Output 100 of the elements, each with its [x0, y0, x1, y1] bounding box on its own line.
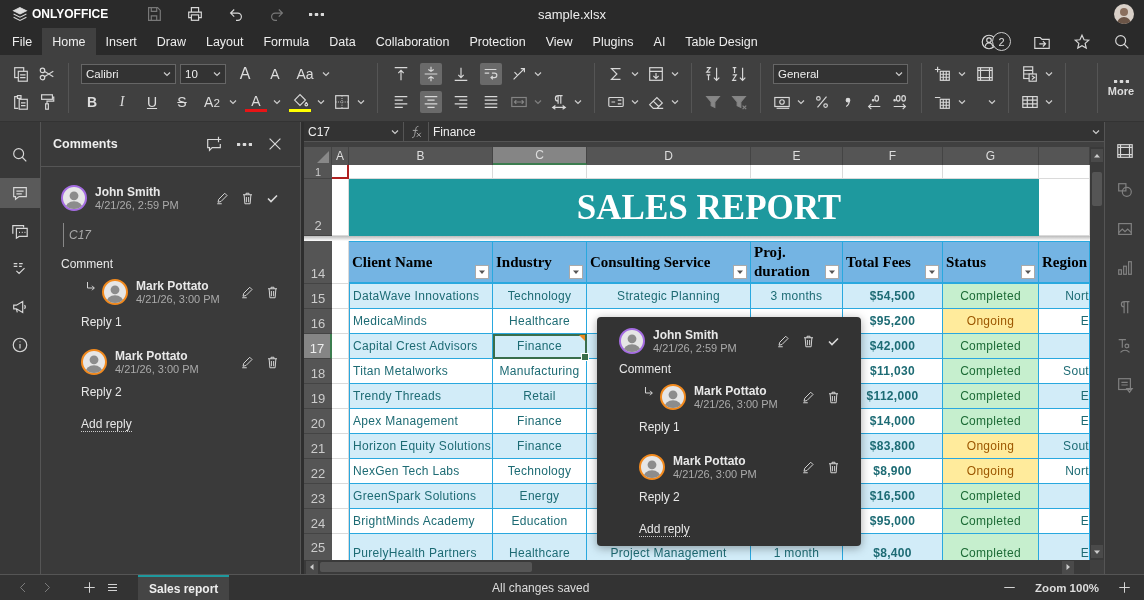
- print-icon[interactable]: [186, 5, 205, 23]
- caret-icon[interactable]: [1045, 70, 1053, 78]
- caret-icon[interactable]: [988, 98, 996, 106]
- menu-tab[interactable]: Data: [319, 28, 366, 55]
- menu-tab[interactable]: File: [2, 28, 43, 55]
- sidebar-item[interactable]: [0, 178, 40, 208]
- caret-icon[interactable]: [958, 98, 966, 106]
- caret-icon[interactable]: [1045, 98, 1053, 106]
- row-header[interactable]: 21: [304, 434, 332, 459]
- caret-icon[interactable]: [273, 98, 281, 106]
- caret-icon[interactable]: [317, 98, 325, 106]
- add-reply-link[interactable]: Add reply: [81, 417, 132, 432]
- caret-icon[interactable]: [322, 70, 330, 78]
- align-middle-button[interactable]: [420, 63, 442, 85]
- insert-cells-icon[interactable]: [934, 65, 952, 83]
- delete-icon[interactable]: [265, 284, 280, 300]
- table-cell[interactable]: Energy: [493, 484, 587, 509]
- fill-handle[interactable]: [581, 353, 589, 361]
- scroll-right-button[interactable]: [1062, 560, 1074, 574]
- edit-icon[interactable]: [801, 389, 816, 405]
- chart-icon[interactable]: [1115, 259, 1134, 277]
- menu-tab[interactable]: Collaboration: [365, 28, 460, 55]
- add-reply-link[interactable]: Add reply: [639, 522, 690, 537]
- edit-icon[interactable]: [215, 190, 230, 206]
- row-header[interactable]: 14: [304, 241, 332, 284]
- row-header[interactable]: 19: [304, 384, 332, 409]
- change-case-button[interactable]: Aa: [294, 63, 316, 85]
- filter-button[interactable]: [1021, 265, 1035, 279]
- scrollbar-thumb[interactable]: [320, 562, 532, 572]
- filter-icon[interactable]: [704, 93, 722, 111]
- menu-tab[interactable]: Table Design: [675, 28, 768, 55]
- filter-button[interactable]: [925, 265, 939, 279]
- menu-tab[interactable]: AI: [643, 28, 676, 55]
- bold-button[interactable]: B: [81, 91, 103, 113]
- row-header[interactable]: 20: [304, 409, 332, 434]
- user-avatar[interactable]: [1114, 4, 1134, 24]
- row-header[interactable]: 24: [304, 509, 332, 534]
- borders-icon[interactable]: [333, 93, 351, 111]
- scroll-left-button[interactable]: [306, 560, 318, 574]
- table-cell[interactable]: Retail: [493, 384, 587, 409]
- strikethrough-button[interactable]: S: [171, 91, 193, 113]
- zoom-in-icon[interactable]: [1117, 580, 1132, 595]
- format-painter-icon[interactable]: [38, 93, 56, 111]
- scroll-up-button[interactable]: [1091, 149, 1103, 162]
- filter-button[interactable]: [825, 265, 839, 279]
- caret-icon[interactable]: [229, 98, 237, 106]
- table-cell[interactable]: Finance: [493, 434, 587, 459]
- sort-descending-icon[interactable]: [730, 65, 748, 83]
- caret-icon[interactable]: [797, 98, 805, 106]
- format-as-table-icon[interactable]: [1021, 93, 1039, 111]
- delete-icon[interactable]: [826, 389, 841, 405]
- delete-icon[interactable]: [801, 333, 816, 349]
- decrease-decimal-icon[interactable]: [865, 93, 883, 111]
- delete-icon[interactable]: [265, 354, 280, 370]
- collaborators-button[interactable]: 2: [980, 32, 1011, 51]
- name-box[interactable]: C17: [304, 122, 404, 141]
- menu-tab[interactable]: Protection: [459, 28, 536, 55]
- caret-icon[interactable]: [671, 70, 679, 78]
- paste-icon[interactable]: [12, 93, 30, 111]
- align-center-button[interactable]: [420, 91, 442, 113]
- font-size-field[interactable]: 10: [180, 64, 226, 84]
- row-header[interactable]: 23: [304, 484, 332, 509]
- search-icon[interactable]: [1113, 32, 1131, 51]
- caret-icon[interactable]: [631, 70, 639, 78]
- fill-down-icon[interactable]: [647, 65, 665, 83]
- menu-tab[interactable]: Home: [42, 28, 96, 55]
- menu-tab[interactable]: View: [535, 28, 583, 55]
- favorite-icon[interactable]: [1073, 32, 1091, 51]
- caret-icon[interactable]: [574, 98, 582, 106]
- add-sheet-icon[interactable]: [82, 580, 97, 595]
- save-icon[interactable]: [145, 5, 164, 23]
- row-header[interactable]: 18: [304, 359, 332, 384]
- decrease-font-button[interactable]: A: [264, 63, 286, 85]
- row-header[interactable]: 2: [304, 179, 332, 236]
- row-header[interactable]: 1: [304, 165, 332, 179]
- sort-ascending-icon[interactable]: [704, 65, 722, 83]
- filter-button[interactable]: [475, 265, 489, 279]
- filter-button[interactable]: [733, 265, 747, 279]
- conditional-format-icon[interactable]: [1021, 65, 1039, 83]
- menu-tab[interactable]: Insert: [95, 28, 147, 55]
- caret-icon[interactable]: [631, 98, 639, 106]
- table-cell[interactable]: Healthcare: [493, 534, 587, 560]
- italic-button[interactable]: I: [111, 91, 133, 113]
- wrap-text-button[interactable]: [480, 63, 502, 85]
- edit-icon[interactable]: [240, 284, 255, 300]
- add-comment-icon[interactable]: [205, 135, 223, 153]
- increase-font-button[interactable]: A: [234, 63, 256, 85]
- pivot-table-icon[interactable]: [1115, 376, 1134, 394]
- caret-icon[interactable]: [671, 98, 679, 106]
- text-direction-icon[interactable]: [550, 93, 568, 111]
- cut-icon[interactable]: [38, 65, 56, 83]
- filter-button[interactable]: [569, 265, 583, 279]
- delete-icon[interactable]: [240, 190, 255, 206]
- caret-icon[interactable]: [357, 98, 365, 106]
- caret-icon[interactable]: [534, 70, 542, 78]
- row-header[interactable]: 25: [304, 534, 332, 560]
- underline-button[interactable]: U: [141, 91, 163, 113]
- scroll-down-button[interactable]: [1091, 545, 1103, 558]
- font-color-button[interactable]: A: [245, 92, 267, 112]
- number-format-field[interactable]: General: [773, 64, 908, 84]
